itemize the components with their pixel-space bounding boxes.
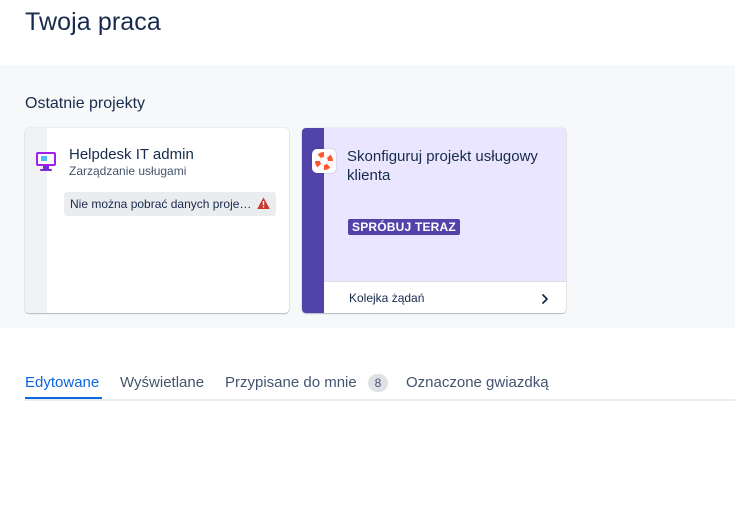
warning-icon (257, 197, 270, 210)
queue-label: Kolejka żądań (349, 291, 425, 305)
tab-edytowane[interactable]: Edytowane (25, 374, 99, 391)
chevron-right-icon (540, 292, 550, 304)
monitor-icon (35, 150, 57, 172)
queue-link[interactable]: Kolejka żądań (324, 281, 566, 313)
lifebuoy-icon (312, 149, 336, 173)
tab-wyswietlane[interactable]: Wyświetlane (120, 374, 204, 391)
section-title: Ostatnie projekty (25, 95, 146, 112)
assigned-count-badge: 8 (368, 374, 388, 392)
promo-card[interactable]: Skonfiguruj projekt usługowy klienta SPR… (302, 128, 566, 313)
page-title: Twoja praca (25, 8, 161, 36)
project-card[interactable]: Helpdesk IT admin Zarządzanie usługami N… (25, 128, 289, 313)
active-tab-indicator (25, 397, 102, 399)
project-name[interactable]: Helpdesk IT admin (69, 146, 194, 163)
error-message: Nie można pobrać danych proje… (64, 192, 276, 216)
try-now-button[interactable]: SPRÓBUJ TERAZ (348, 219, 460, 235)
promo-title[interactable]: Skonfiguruj projekt usługowy klienta (347, 147, 547, 185)
tab-oznaczone[interactable]: Oznaczone gwiazdką (406, 374, 549, 391)
error-text: Nie można pobrać danych proje… (70, 197, 252, 211)
tab-przypisane[interactable]: Przypisane do mnie (225, 374, 357, 391)
project-type: Zarządzanie usługami (69, 164, 187, 178)
work-tabs: Edytowane Wyświetlane Przypisane do mnie… (25, 372, 735, 401)
